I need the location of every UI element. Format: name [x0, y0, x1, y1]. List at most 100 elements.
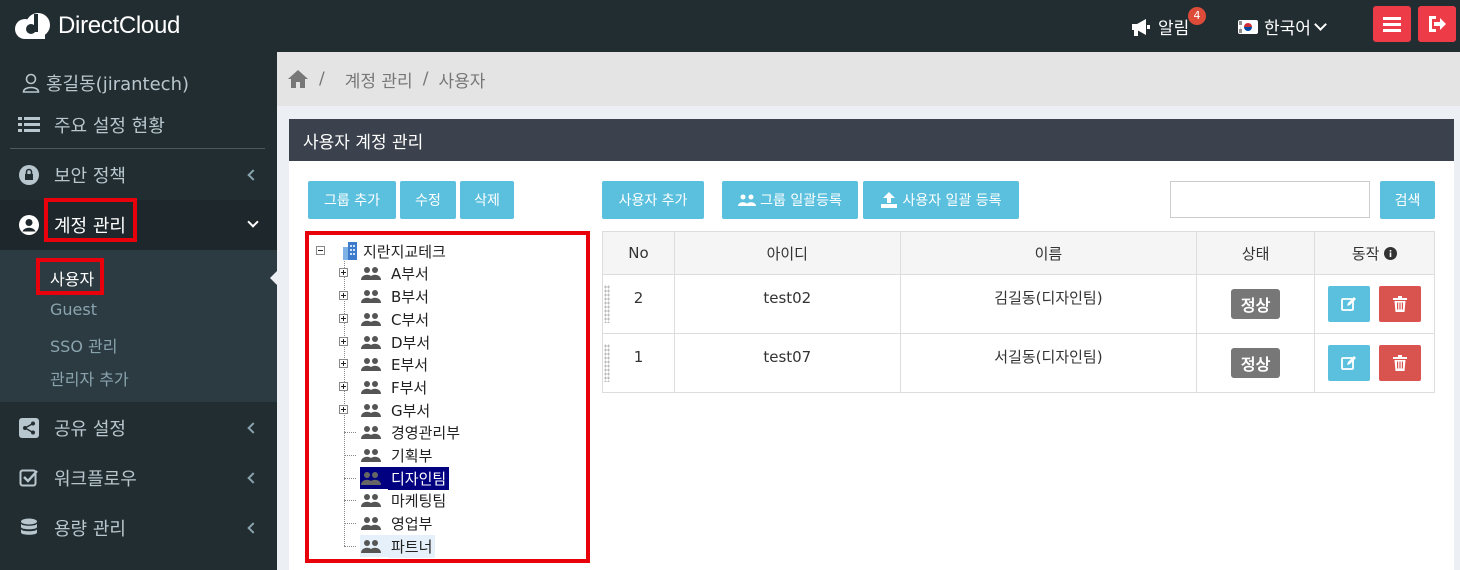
sidebar-item-workflow[interactable]: 워크플로우 — [0, 453, 277, 503]
sidebar-item-storage[interactable]: 용량 관리 — [0, 503, 277, 553]
group-bulk-register-button[interactable]: 그룹 일괄등록 — [722, 181, 858, 219]
cell-no: 2 — [602, 274, 675, 334]
tree-expand-toggle[interactable] — [339, 291, 348, 300]
highlight-box-users — [36, 258, 104, 295]
notifications-label: 알림 — [1158, 19, 1190, 39]
tree-node-group[interactable]: B부서 — [360, 285, 432, 307]
group-icon — [361, 472, 381, 485]
tree-node-group[interactable]: F부서 — [360, 376, 430, 398]
sidebar-item-accounts[interactable]: 계정 관리 — [0, 200, 277, 250]
tree-node-group[interactable]: E부서 — [360, 353, 431, 375]
column-header-name[interactable]: 이름 — [899, 231, 1198, 275]
cell-status: 정상 — [1196, 274, 1316, 334]
upload-icon — [881, 192, 898, 208]
chevron-down-icon — [247, 216, 259, 228]
sidebar-item-sharing[interactable]: 공유 설정 — [0, 403, 277, 453]
brand-name: DirectCloud — [58, 12, 181, 39]
user-bulk-label: 사용자 일괄 등록 — [902, 193, 1002, 209]
drag-handle-icon[interactable] — [604, 285, 610, 323]
tree-node-group[interactable]: G부서 — [360, 399, 433, 421]
notifications-button[interactable]: 알림 4 — [1130, 7, 1220, 39]
group-icon — [361, 313, 381, 326]
chevron-left-icon — [247, 522, 259, 534]
edit-group-button[interactable]: 수정 — [400, 181, 456, 219]
breadcrumb-item-users: 사용자 — [438, 71, 486, 92]
cloud-logo-icon — [15, 13, 50, 39]
delete-user-button[interactable] — [1378, 345, 1421, 381]
group-bulk-label: 그룹 일괄등록 — [760, 193, 842, 209]
tree-node-label: G부서 — [391, 401, 431, 420]
tree-expand-toggle[interactable] — [339, 337, 348, 346]
add-user-button[interactable]: 사용자 추가 — [602, 181, 704, 219]
submenu-item-add-admin[interactable]: 관리자 추가 — [50, 366, 129, 390]
sidebar-user[interactable]: 홍길동(jirantech) — [22, 70, 189, 96]
tree-node-group[interactable]: 경영관리부 — [360, 421, 463, 443]
user-bulk-register-button[interactable]: 사용자 일괄 등록 — [863, 181, 1019, 219]
column-header-id[interactable]: 아이디 — [673, 231, 901, 275]
checkbox-icon — [18, 467, 40, 489]
table-row[interactable]: 2 test02 김길동(디자인팀) 정상 — [602, 274, 1435, 334]
tree-expand-toggle[interactable] — [339, 382, 348, 391]
home-icon[interactable] — [287, 69, 309, 89]
share-icon — [18, 417, 40, 439]
breadcrumb-item-accounts[interactable]: 계정 관리 — [345, 67, 413, 92]
tree-node-label: C부서 — [391, 310, 430, 329]
tree-node-label: 경영관리부 — [391, 423, 461, 442]
table-header-row: No 아이디 이름 상태 동작 — [602, 231, 1435, 275]
tree-node-label: F부서 — [391, 378, 428, 397]
tree-node-group[interactable]: A부서 — [360, 262, 432, 284]
delete-user-button[interactable] — [1378, 286, 1421, 322]
table-row[interactable]: 1 test07 서길동(디자인팀) 정상 — [602, 333, 1435, 393]
tree-node-root[interactable]: 지란지교테크 — [340, 240, 449, 262]
cell-id: test07 — [673, 333, 901, 393]
user-circle-icon — [18, 214, 40, 236]
tree-node-group[interactable]: 영업부 — [360, 512, 435, 534]
search-input[interactable] — [1170, 181, 1370, 218]
tree-node-group[interactable]: D부서 — [360, 331, 433, 353]
sidebar-item-dashboard[interactable]: 주요 설정 현황 — [0, 100, 277, 150]
edit-user-button[interactable] — [1328, 345, 1371, 381]
tree-line — [344, 455, 356, 456]
edit-icon — [1341, 356, 1357, 370]
language-selector[interactable]: 한국어 — [1238, 14, 1338, 39]
tree-node-label: E부서 — [391, 355, 429, 374]
delete-group-button[interactable]: 삭제 — [460, 181, 514, 219]
drag-handle-icon[interactable] — [604, 344, 610, 382]
group-icon — [361, 267, 381, 280]
chevron-left-icon — [247, 422, 259, 434]
tree-node-group[interactable]: C부서 — [360, 308, 432, 330]
tree-node-selected[interactable]: 디자인팀 — [360, 466, 450, 490]
sign-out-icon — [1429, 16, 1446, 32]
group-icon — [361, 426, 381, 439]
tree-expand-toggle[interactable] — [339, 314, 348, 323]
lock-icon — [18, 164, 40, 186]
tree-line — [344, 546, 356, 547]
brand[interactable]: DirectCloud — [14, 9, 180, 43]
tree-node-label: 기획부 — [391, 446, 433, 465]
user-table: No 아이디 이름 상태 동작 2 test02 김길동(디자인팀) 정상 1 … — [602, 231, 1435, 393]
submenu-item-guest[interactable]: Guest — [50, 300, 97, 319]
info-icon[interactable] — [1384, 246, 1398, 260]
sidebar-item-security[interactable]: 보안 정책 — [0, 150, 277, 200]
menu-button[interactable] — [1373, 6, 1411, 42]
tree-expand-toggle[interactable] — [339, 359, 348, 368]
search-button[interactable]: 검색 — [1380, 181, 1435, 219]
tree-expand-toggle[interactable] — [339, 405, 348, 414]
tree-node-group[interactable]: 파트너 — [360, 534, 436, 558]
tree-line — [344, 523, 356, 524]
tree-expand-toggle[interactable] — [339, 268, 348, 277]
tree-node-group[interactable]: 마케팅팀 — [360, 489, 449, 511]
tree-collapse-toggle[interactable] — [316, 246, 325, 255]
tree-node-group[interactable]: 기획부 — [360, 444, 435, 466]
group-icon — [361, 358, 381, 371]
database-icon — [18, 517, 40, 539]
breadcrumb-separator: / — [319, 69, 325, 89]
column-header-status[interactable]: 상태 — [1196, 231, 1316, 275]
tree-node-label: 마케팅팀 — [391, 491, 447, 510]
edit-user-button[interactable] — [1328, 286, 1371, 322]
breadcrumb-separator: / — [422, 69, 429, 89]
submenu-item-sso[interactable]: SSO 관리 — [50, 333, 117, 357]
logout-button[interactable] — [1418, 6, 1456, 42]
chevron-down-icon — [1314, 17, 1327, 31]
add-group-button[interactable]: 그룹 추가 — [308, 181, 396, 219]
